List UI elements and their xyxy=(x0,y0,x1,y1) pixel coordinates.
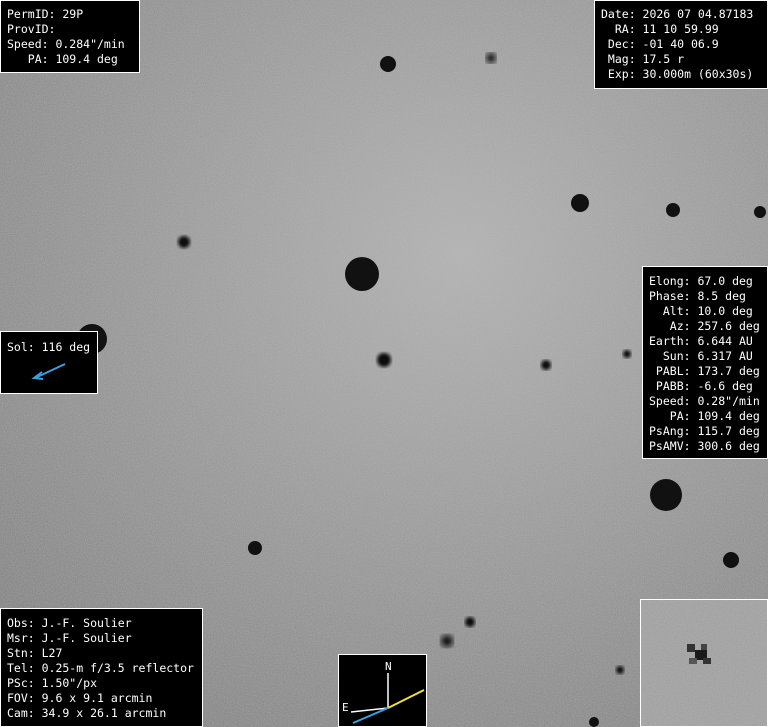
star xyxy=(465,617,475,627)
speed-text: Speed: 0.284"/min xyxy=(7,37,125,51)
sun-distance-text: Sun: 6.317 AU xyxy=(649,349,753,363)
sun-direction-arrow-icon xyxy=(31,363,66,380)
earth-distance-text: Earth: 6.644 AU xyxy=(649,334,753,348)
prov-id-text: ProvID: xyxy=(7,22,56,36)
observer-info-panel: Obs: J.-F. Soulier Msr: J.-F. Soulier St… xyxy=(0,608,203,727)
speed-text: Speed: 0.28"/min xyxy=(649,394,760,408)
pabl-text: PABL: 173.7 deg xyxy=(649,364,760,378)
star xyxy=(380,56,396,72)
pabb-text: PABB: -6.6 deg xyxy=(649,379,753,393)
object-id-panel: PermID: 29P ProvID: Speed: 0.284"/min PA… xyxy=(0,0,140,73)
phase-text: Phase: 8.5 deg xyxy=(649,289,746,303)
elong-text: Elong: 67.0 deg xyxy=(649,274,753,288)
star xyxy=(377,353,391,367)
exp-text: Exp: 30.000m (60x30s) xyxy=(601,67,754,81)
psamv-text: PsAMV: 300.6 deg xyxy=(649,439,760,453)
target-zoom-inset xyxy=(640,599,768,727)
date-text: Date: 2026 07 04.87183 xyxy=(601,7,754,21)
pa-text: PA: 109.4 deg xyxy=(649,409,760,423)
telescope-text: Tel: 0.25-m f/3.5 reflector xyxy=(7,661,194,675)
star xyxy=(345,257,379,291)
star xyxy=(623,350,631,358)
mag-text: Mag: 17.5 r xyxy=(601,52,685,66)
az-text: Az: 257.6 deg xyxy=(649,319,760,333)
station-text: Stn: L27 xyxy=(7,646,63,660)
star xyxy=(616,666,624,674)
measurer-text: Msr: J.-F. Soulier xyxy=(7,631,132,645)
star xyxy=(723,552,739,568)
star xyxy=(486,53,496,63)
star xyxy=(248,541,262,555)
star xyxy=(650,479,682,511)
pa-text: PA: 109.4 deg xyxy=(7,52,118,66)
star xyxy=(589,717,599,727)
dec-text: Dec: -01 40 06.9 xyxy=(601,37,719,51)
observation-info-panel: Date: 2026 07 04.87183 RA: 11 10 59.99 D… xyxy=(594,0,768,89)
fov-text: FOV: 9.6 x 9.1 arcmin xyxy=(7,691,153,705)
star xyxy=(441,635,453,647)
sun-direction-panel: Sol: 116 deg xyxy=(0,331,98,394)
sol-text: Sol: 116 deg xyxy=(7,340,91,354)
east-label: E xyxy=(342,701,349,714)
compass-panel: N E xyxy=(338,654,427,727)
north-label: N xyxy=(385,660,392,673)
compass-rose-icon: N E xyxy=(342,660,425,724)
ra-text: RA: 11 10 59.99 xyxy=(601,22,719,36)
alt-text: Alt: 10.0 deg xyxy=(649,304,753,318)
star xyxy=(754,206,766,218)
psang-text: PsAng: 115.7 deg xyxy=(649,424,760,438)
pixel-scale-text: PSc: 1.50"/px xyxy=(7,676,98,690)
star xyxy=(178,236,190,248)
camera-text: Cam: 34.9 x 26.1 arcmin xyxy=(7,706,167,720)
ephemeris-panel: Elong: 67.0 deg Phase: 8.5 deg Alt: 10.0… xyxy=(642,266,768,459)
perm-id-text: PermID: 29P xyxy=(7,7,84,21)
star xyxy=(541,360,551,370)
star xyxy=(571,194,589,212)
star xyxy=(666,203,680,217)
observer-text: Obs: J.-F. Soulier xyxy=(7,616,132,630)
